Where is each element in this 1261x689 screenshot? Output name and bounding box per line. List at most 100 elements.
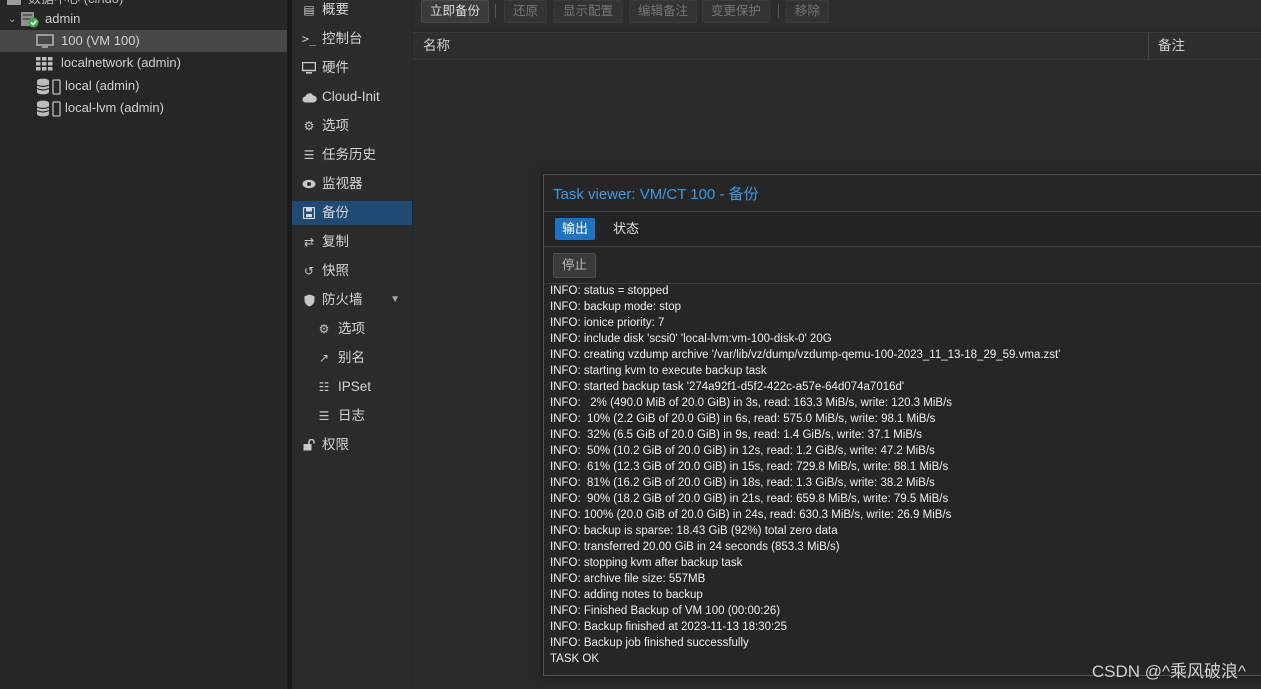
menu-item-label: 权限 bbox=[322, 437, 349, 452]
log-line: INFO: 81% (16.2 GiB of 20.0 GiB) in 18s,… bbox=[550, 477, 935, 489]
history-icon: ↺ bbox=[303, 264, 315, 278]
edit-notes-button[interactable]: 编辑备注 bbox=[629, 0, 698, 23]
restore-button[interactable]: 还原 bbox=[504, 0, 548, 23]
cloud-icon bbox=[300, 85, 318, 111]
show-config-button[interactable]: 显示配置 bbox=[554, 0, 623, 23]
column-header-notes[interactable]: 备注 bbox=[1158, 33, 1185, 59]
log-line: INFO: backup is sparse: 18.43 GiB (92%) … bbox=[550, 525, 838, 537]
menu-item-hardware[interactable]: 硬件 bbox=[292, 56, 412, 80]
menu-item-label: 快照 bbox=[322, 263, 349, 278]
summary-icon: ▤ bbox=[303, 3, 315, 17]
menu-item-label: 防火墙 bbox=[322, 292, 363, 307]
terminal-icon: >_ bbox=[301, 32, 317, 46]
change-protection-button[interactable]: 变更保护 bbox=[702, 0, 771, 23]
backup-toolbar: 立即备份 还原 显示配置 编辑备注 变更保护 移除 bbox=[413, 0, 1261, 27]
menu-item-backup[interactable]: 备份 bbox=[292, 201, 412, 225]
watermark: CSDN @^乘风破浪^ bbox=[1091, 662, 1246, 681]
gear-icon: ⚙ bbox=[303, 119, 315, 133]
log-line: INFO: ionice priority: 7 bbox=[550, 317, 665, 329]
menu-item-label: 监视器 bbox=[322, 176, 363, 191]
tree-item-node-admin[interactable]: ⌄ admin bbox=[0, 8, 287, 30]
tree-item-label: localnetwork (admin) bbox=[61, 55, 181, 70]
log-line: INFO: Backup finished at 2023-11-13 18:3… bbox=[550, 621, 787, 633]
tree-item-local-lvm[interactable]: local-lvm (admin) bbox=[0, 97, 287, 119]
log-line: INFO: archive file size: 557MB bbox=[550, 573, 706, 585]
chevron-down-icon[interactable]: ▼ bbox=[390, 288, 400, 312]
toolbar-separator bbox=[778, 4, 779, 18]
log-line: INFO: backup mode: stop bbox=[550, 301, 682, 313]
floppy-icon bbox=[300, 201, 318, 227]
menu-item-replication[interactable]: ⇄ 复制 bbox=[292, 230, 412, 254]
menu-item-firewall[interactable]: 防火墙 ▼ bbox=[292, 288, 412, 312]
log-line: INFO: 2% (490.0 MiB of 20.0 GiB) in 3s, … bbox=[550, 397, 953, 409]
task-log-output: INFO: status = stopped INFO: backup mode:… bbox=[550, 283, 1261, 667]
menu-item-options[interactable]: ⚙ 选项 bbox=[292, 114, 412, 138]
log-line: INFO: transferred 20.00 GiB in 24 second… bbox=[550, 541, 840, 553]
log-line: INFO: 32% (6.5 GiB of 20.0 GiB) in 9s, r… bbox=[550, 429, 922, 441]
menu-item-firewall-alias[interactable]: ↗ 别名 bbox=[292, 346, 412, 370]
remove-button[interactable]: 移除 bbox=[786, 0, 830, 23]
tree-item-localnetwork[interactable]: localnetwork (admin) bbox=[0, 52, 287, 74]
menu-item-permissions[interactable]: 权限 bbox=[292, 433, 412, 457]
retweet-icon: ⇄ bbox=[303, 235, 315, 249]
log-line: INFO: 50% (10.2 GiB of 20.0 GiB) in 12s,… bbox=[550, 445, 935, 457]
tree-item-label: local (admin) bbox=[65, 78, 140, 93]
stop-button[interactable]: 停止 bbox=[553, 253, 597, 278]
column-resize-handle[interactable] bbox=[1148, 33, 1149, 59]
column-header-name[interactable]: 名称 bbox=[423, 33, 450, 59]
menu-item-firewall-ipset[interactable]: ☷ IPSet bbox=[292, 375, 412, 399]
task-viewer-title[interactable]: Task viewer: VM/CT 100 - 备份 bbox=[553, 183, 759, 204]
log-line: INFO: status = stopped bbox=[550, 285, 669, 297]
list-icon: ☰ bbox=[303, 148, 315, 162]
menu-item-console[interactable]: >_ 控制台 bbox=[292, 27, 412, 51]
menu-item-firewall-log[interactable]: ☰ 日志 bbox=[292, 404, 412, 428]
tree-item-vm-100[interactable]: 100 (VM 100) bbox=[0, 30, 287, 52]
external-link-icon: ↗ bbox=[318, 351, 330, 365]
task-viewer-window: Task viewer: VM/CT 100 - 备份 输出 状态 停止 INF… bbox=[543, 174, 1261, 676]
desktop-icon bbox=[300, 56, 318, 82]
menu-item-snapshot[interactable]: ↺ 快照 bbox=[292, 259, 412, 283]
tab-status[interactable]: 状态 bbox=[606, 218, 646, 240]
log-line: INFO: 10% (2.2 GiB of 20.0 GiB) in 6s, r… bbox=[550, 413, 936, 425]
vm-config-menu: ▤ 概要 >_ 控制台 硬件 Cloud-Init ⚙ 选项 ☰ 任务历史 监视… bbox=[292, 0, 412, 689]
log-line: INFO: started backup task '274a92f1-d5f2… bbox=[550, 381, 905, 393]
tree-item-label: 100 (VM 100) bbox=[61, 33, 140, 48]
menu-item-label: Cloud-Init bbox=[322, 89, 380, 104]
log-line: INFO: stopping kvm after backup task bbox=[550, 557, 743, 569]
menu-item-label: 备份 bbox=[322, 205, 349, 220]
menu-item-label: IPSet bbox=[338, 379, 372, 394]
menu-item-task-history[interactable]: ☰ 任务历史 bbox=[292, 143, 412, 167]
tab-output[interactable]: 输出 bbox=[555, 218, 596, 240]
resource-tree: 数据中心 (cindo) ⌄ admin 100 (VM 100) bbox=[0, 0, 287, 689]
log-line: INFO: starting kvm to execute backup tas… bbox=[550, 365, 767, 377]
expand-chevron-icon: ⌄ bbox=[8, 14, 17, 25]
list-ol-icon: ☷ bbox=[318, 380, 330, 394]
storage-database-icon bbox=[36, 100, 62, 124]
log-line: INFO: adding notes to backup bbox=[550, 589, 703, 601]
menu-item-label: 任务历史 bbox=[322, 147, 376, 162]
menu-item-label: 日志 bbox=[338, 408, 365, 423]
menu-item-label: 概要 bbox=[322, 2, 349, 17]
menu-item-label: 控制台 bbox=[322, 31, 363, 46]
backup-now-button[interactable]: 立即备份 bbox=[421, 0, 490, 23]
tree-item-local[interactable]: local (admin) bbox=[0, 75, 287, 97]
menu-item-label: 硬件 bbox=[322, 60, 349, 75]
log-line: INFO: 90% (18.2 GiB of 20.0 GiB) in 21s,… bbox=[550, 493, 949, 505]
menu-item-label: 选项 bbox=[322, 118, 349, 133]
menu-item-label: 选项 bbox=[338, 321, 365, 336]
log-line: INFO: include disk 'scsi0' 'local-lvm:vm… bbox=[550, 333, 832, 345]
log-line: INFO: creating vzdump archive '/var/lib/… bbox=[550, 349, 1061, 361]
menu-item-firewall-options[interactable]: ⚙ 选项 bbox=[292, 317, 412, 341]
gear-icon: ⚙ bbox=[318, 322, 330, 336]
menu-item-summary[interactable]: ▤ 概要 bbox=[292, 0, 412, 22]
menu-item-label: 复制 bbox=[322, 234, 349, 249]
shield-icon bbox=[300, 288, 318, 315]
toolbar-separator bbox=[495, 4, 496, 18]
menu-item-cloud-init[interactable]: Cloud-Init bbox=[292, 85, 412, 109]
menu-item-label: 别名 bbox=[338, 350, 365, 365]
eye-icon bbox=[300, 172, 318, 197]
list-icon: ☰ bbox=[318, 409, 330, 423]
log-line: INFO: Backup job finished successfully bbox=[550, 637, 749, 649]
menu-item-monitor[interactable]: 监视器 bbox=[292, 172, 412, 196]
log-line: INFO: Finished Backup of VM 100 (00:00:2… bbox=[550, 605, 781, 617]
